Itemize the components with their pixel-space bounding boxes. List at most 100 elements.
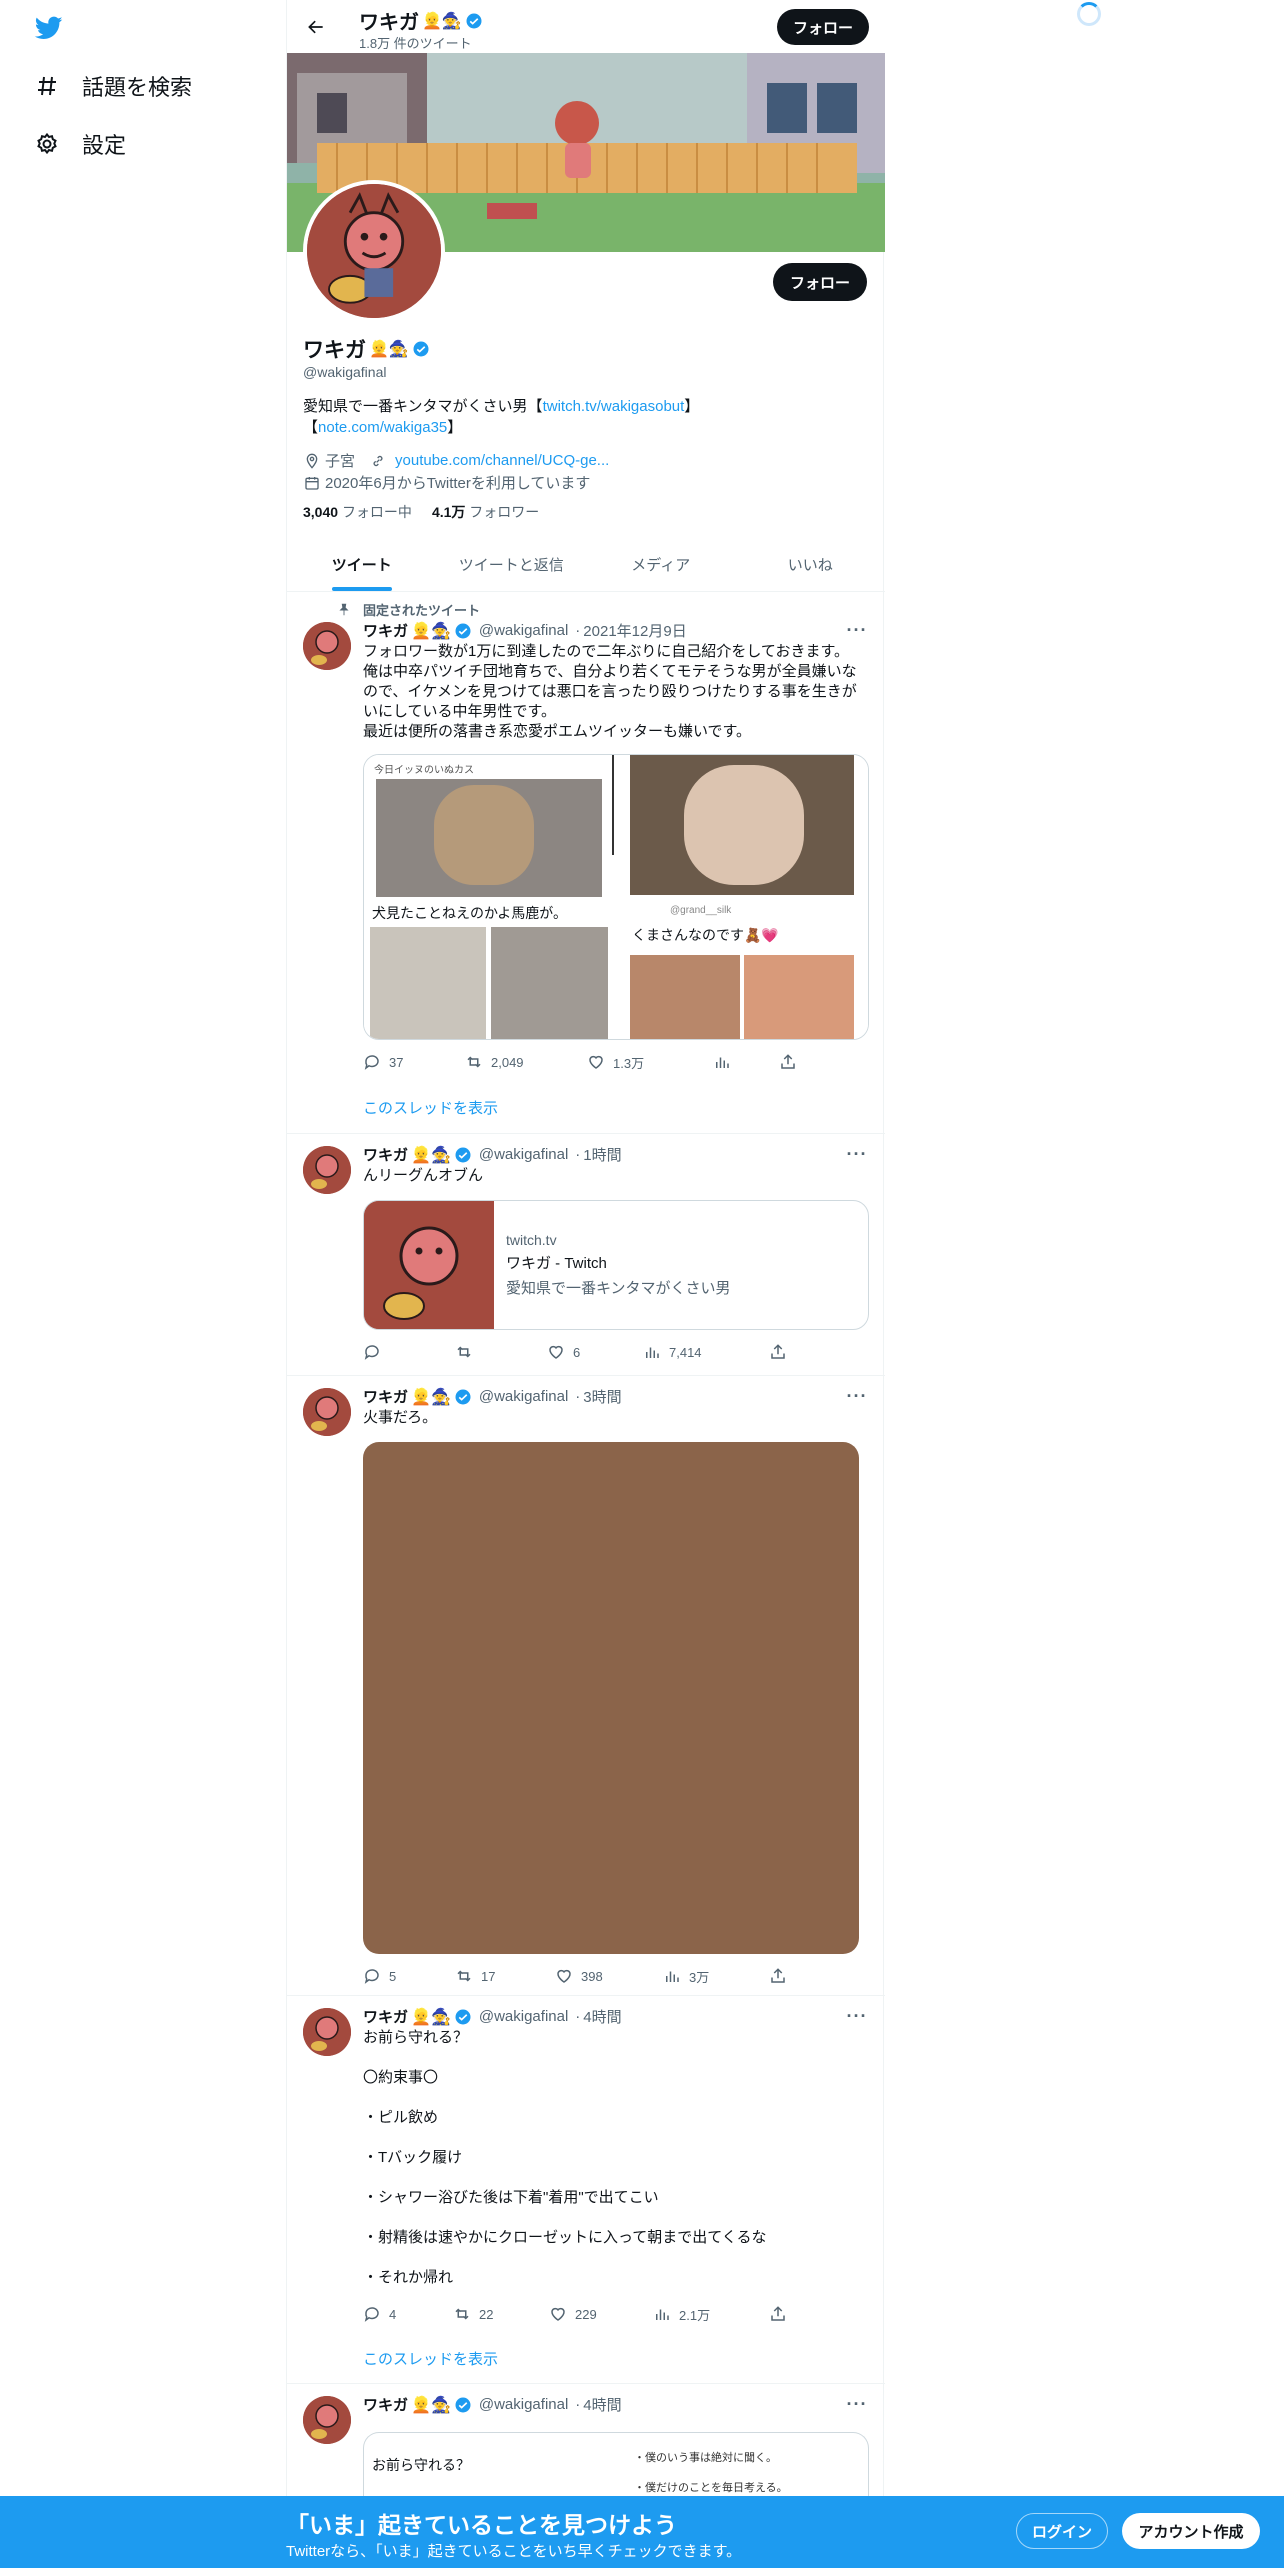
retweet-icon [457,1970,471,1982]
tweet-header: ワキガ 👱🧙 @wakigafinal · 3時間 [363,1386,622,1407]
more-options-icon[interactable]: ··· [845,1144,869,1164]
like-button[interactable]: 398 [555,1967,663,1985]
retweet-button[interactable]: 2,049 [465,1053,587,1071]
tweet-text-only[interactable]: ワキガ 👱🧙 @wakigafinal · 4時間 ··· お前ら守れる？ 〇約… [287,1996,885,2384]
reply-button[interactable]: 5 [363,1967,455,1985]
profile-tabs: ツイート ツイートと返信 メディア いいね [287,538,885,592]
heart-icon [551,2307,565,2321]
share-button[interactable] [779,1053,797,1071]
tweet-pinned[interactable]: 固定されたツイート ワキガ 👱🧙 @wakigafinal · 2021年12月… [287,592,885,1134]
share-button[interactable] [769,1343,787,1361]
tweet-time[interactable]: 4時間 [583,2006,621,2027]
like-button[interactable]: 229 [549,2305,653,2323]
tweet-author-handle[interactable]: @wakigafinal [479,2008,568,2025]
tweet-author-name[interactable]: ワキガ [363,620,408,641]
nav-explore[interactable]: 話題を検索 [34,66,192,106]
more-options-icon[interactable]: ··· [845,2006,869,2026]
nav-settings[interactable]: 設定 [34,124,126,164]
profile-avatar[interactable] [303,180,445,322]
retweet-count: 22 [479,2306,494,2322]
views-button[interactable]: 2.1万 [653,2305,769,2324]
tweet-author-handle[interactable]: @wakigafinal [479,2396,568,2413]
image-title-text: お前ら守れる？ [372,2457,470,2473]
tab-tweets[interactable]: ツイート [287,538,437,591]
show-thread-link[interactable]: このスレッドを表示 [363,2348,498,2369]
link-card[interactable]: twitch.tv ワキガ - Twitch 愛知県で一番キンタマがくさい男 [363,1200,869,1330]
back-arrow-icon[interactable] [301,12,331,42]
tweet-author-name[interactable]: ワキガ [363,1144,408,1165]
image-line-text: ・僕のいう事は絶対に聞く。 [634,2452,777,2464]
tweet-photo-media[interactable] [363,1442,859,1954]
like-count: 6 [573,1344,581,1360]
views-button[interactable] [713,1053,779,1071]
tweet-photo[interactable]: ワキガ 👱🧙 @wakigafinal · 3時間 ··· 火事だろ。 5 17… [287,1376,885,1996]
more-options-icon[interactable]: ··· [845,1386,869,1406]
share-button[interactable] [769,1967,787,1985]
header-follow-button[interactable]: フォロー [777,9,869,45]
share-icon [781,1054,795,1069]
reply-count: 4 [389,2306,397,2322]
tweet-author-name[interactable]: ワキガ [363,2006,408,2027]
reply-icon [364,1055,379,1070]
tweet-author-handle[interactable]: @wakigafinal [479,622,568,639]
tweet-actions: 37 2,049 1.3万 [363,1052,803,1072]
tweet-time[interactable]: 2021年12月9日 [583,620,686,641]
tweet-author-handle[interactable]: @wakigafinal [479,1146,568,1163]
views-count: 3万 [689,1969,710,1985]
more-options-icon[interactable]: ··· [845,620,869,640]
reply-count: 5 [389,1968,397,1984]
tweet-avatar[interactable] [303,1388,351,1436]
more-options-icon[interactable]: ··· [845,2394,869,2414]
tweet-avatar[interactable] [303,622,351,670]
tab-likes[interactable]: いいね [736,538,886,591]
views-button[interactable]: 7,414 [643,1343,769,1361]
signup-button[interactable]: アカウント作成 [1122,2513,1260,2549]
followers-stat[interactable]: 4.1万 フォロワー [432,502,539,522]
reply-button[interactable]: 4 [363,2305,453,2323]
like-button[interactable]: 1.3万 [587,1053,713,1072]
tab-media[interactable]: メディア [586,538,736,591]
media-right-caption: くまさんなのです🧸💗 [632,927,779,943]
retweet-button[interactable]: 17 [455,1967,555,1985]
tweet-author-emojis: 👱🧙 [411,2396,451,2414]
share-button[interactable] [769,2305,787,2323]
bottom-bar-title: 「いま」起きていることを見つけよう [286,2512,677,2538]
profile-name-emojis: 👱🧙 [369,341,409,358]
tweet-text: フォロワー数が1万に到達したので二年ぶりに自己紹介をしておきます。 俺は中卒パツ… [363,643,857,740]
profile-website-link[interactable]: youtube.com/channel/UCQ-ge... [395,452,609,469]
tweet-author-emojis: 👱🧙 [411,1146,451,1164]
bio-link-note[interactable]: note.com/wakiga35 [318,419,447,436]
show-thread-link[interactable]: このスレッドを表示 [363,1097,498,1118]
tweet-author-name[interactable]: ワキガ [363,1386,408,1407]
reply-icon [364,1969,379,1984]
profile-location: 子宮 [325,453,356,470]
reply-button[interactable]: 37 [363,1053,465,1071]
tweet-time[interactable]: 4時間 [583,2394,621,2415]
verified-badge-icon [466,13,482,28]
tweet-author-handle[interactable]: @wakigafinal [479,1388,568,1405]
reply-button[interactable] [363,1343,455,1361]
tweet-time[interactable]: 3時間 [583,1386,621,1407]
tweet-avatar[interactable] [303,2396,351,2444]
tweet-author-name[interactable]: ワキガ [363,2394,408,2415]
tweet-image-partial[interactable]: ワキガ 👱🧙 @wakigafinal · 4時間 ··· お前ら守れる？ ・僕… [287,2384,885,2512]
tweet-card[interactable]: ワキガ 👱🧙 @wakigafinal · 1時間 ··· んリーグんオブん t… [287,1134,885,1376]
twitter-logo-icon[interactable] [32,14,66,42]
profile-joined: 2020年6月からTwitterを利用しています [325,475,591,492]
views-button[interactable]: 3万 [663,1967,769,1986]
like-count: 1.3万 [613,1055,645,1071]
bio-link-twitch[interactable]: twitch.tv/wakigasobut [543,398,685,415]
retweet-button[interactable] [455,1343,547,1361]
profile-follow-button[interactable]: フォロー [773,263,867,301]
tweet-avatar[interactable] [303,2008,351,2056]
verified-badge-icon [455,1147,471,1162]
like-button[interactable]: 6 [547,1343,643,1361]
following-stat[interactable]: 3,040 フォロー中 [303,502,412,522]
tab-tweets-and-replies[interactable]: ツイートと返信 [437,538,587,591]
location-pin-icon [303,452,321,470]
tweet-media[interactable]: 今日イッヌのいぬカス 犬見たことねえのかよ馬鹿が。 @grand__silk く… [363,754,869,1040]
retweet-button[interactable]: 22 [453,2305,549,2323]
tweet-avatar[interactable] [303,1146,351,1194]
tweet-time[interactable]: 1時間 [583,1144,621,1165]
login-button[interactable]: ログイン [1016,2513,1108,2549]
